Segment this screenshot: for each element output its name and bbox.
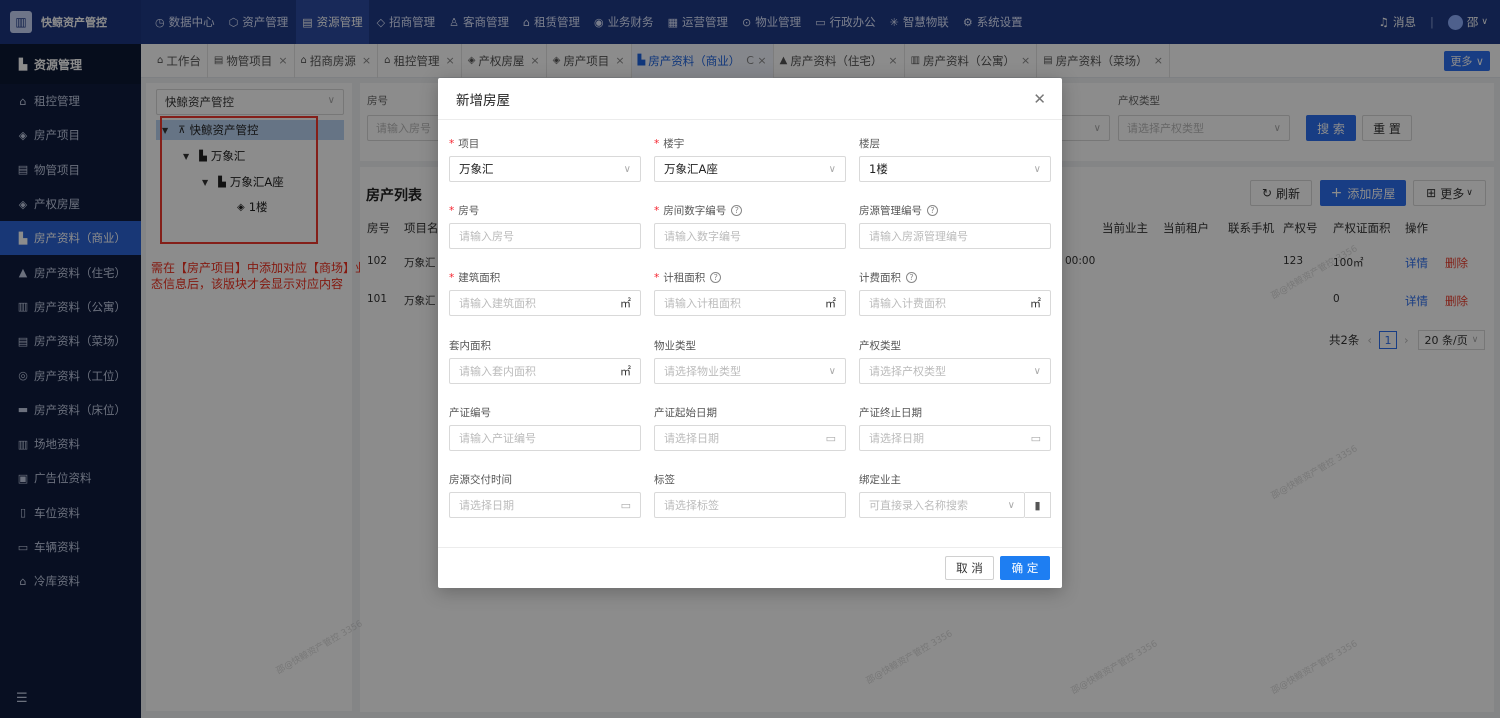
label-deliver-time: 房源交付时间 xyxy=(449,472,512,487)
label-text: 物业类型 xyxy=(654,340,696,352)
unit-suffix: ㎡ xyxy=(825,297,836,310)
label-text: 房源交付时间 xyxy=(449,474,512,486)
label-cert-no: 产证编号 xyxy=(449,405,491,420)
label-text: 产证编号 xyxy=(449,407,491,419)
label-text: 楼宇 xyxy=(663,138,685,150)
inner-area-input[interactable]: 请输入套内面积 ㎡ xyxy=(449,358,641,384)
question-icon[interactable]: ? xyxy=(906,272,917,283)
question-icon[interactable]: ? xyxy=(710,272,722,283)
select-value: 1楼 xyxy=(869,162,888,176)
label-floor: 楼层 xyxy=(859,136,880,151)
chevron-down-icon: ∨ xyxy=(623,163,631,175)
input-placeholder: 请输入建筑面积 xyxy=(459,297,536,310)
unit-suffix: ㎡ xyxy=(1030,297,1041,310)
estate-type-select[interactable]: 请选择物业类型 ∨ xyxy=(654,358,846,384)
input-placeholder: 请输入套内面积 xyxy=(459,365,536,378)
select-placeholder: 请选择物业类型 xyxy=(664,365,741,378)
label-estate-type: 物业类型 xyxy=(654,338,696,353)
required-mark: * xyxy=(654,271,660,284)
label-owner: 绑定业主 xyxy=(859,472,901,487)
label-house-code: 房源管理编号? xyxy=(859,203,938,218)
label-right-type: 产权类型 xyxy=(859,338,901,353)
label-text: 产证起始日期 xyxy=(654,407,717,419)
deliver-date-picker[interactable]: 请选择日期 ▭ xyxy=(449,492,641,518)
label-room-digit: * 房间数字编号? xyxy=(654,203,743,218)
chevron-down-icon: ∨ xyxy=(1033,365,1041,377)
cert-no-input[interactable]: 请输入产证编号 xyxy=(449,425,641,451)
label-text: 计租面积 xyxy=(663,272,706,284)
cancel-button[interactable]: 取 消 xyxy=(945,556,994,580)
cert-start-date-picker[interactable]: 请选择日期 ▭ xyxy=(654,425,846,451)
label-text: 楼层 xyxy=(859,138,880,150)
house-code-input[interactable]: 请输入房源管理编号 xyxy=(859,223,1051,249)
label-tags: 标签 xyxy=(654,472,675,487)
chevron-down-icon: ∨ xyxy=(828,365,836,377)
label-project: * 项目 xyxy=(449,136,479,151)
label-rent-area: * 计租面积? xyxy=(654,270,722,285)
modal-header: 新增房屋 xyxy=(438,78,1062,120)
fee-area-input[interactable]: 请输入计费面积 ㎡ xyxy=(859,290,1051,316)
question-icon[interactable]: ? xyxy=(927,205,938,216)
right-type-select[interactable]: 请选择产权类型 ∨ xyxy=(859,358,1051,384)
label-cert-start: 产证起始日期 xyxy=(654,405,717,420)
date-placeholder: 请选择日期 xyxy=(459,499,514,512)
label-text: 房号 xyxy=(458,205,480,217)
tags-select[interactable]: 请选择标签 xyxy=(654,492,846,518)
label-text: 房间数字编号 xyxy=(663,205,727,217)
select-value: 万象汇A座 xyxy=(664,162,718,176)
label-text: 绑定业主 xyxy=(859,474,901,486)
input-placeholder: 请输入计费面积 xyxy=(869,297,946,310)
required-mark: * xyxy=(449,204,455,217)
room-no-input[interactable]: 请输入房号 xyxy=(449,223,641,249)
confirm-button[interactable]: 确 定 xyxy=(1000,556,1050,580)
unit-suffix: ㎡ xyxy=(620,297,631,310)
question-icon[interactable]: ? xyxy=(731,205,743,216)
chevron-down-icon: ∨ xyxy=(1033,163,1041,175)
chevron-down-icon: ∨ xyxy=(1007,499,1015,511)
label-fee-area: 计费面积? xyxy=(859,270,917,285)
select-placeholder: 请选择产权类型 xyxy=(869,365,946,378)
close-icon[interactable]: ✕ xyxy=(1033,90,1046,108)
owner-search-select[interactable]: 可直接录入名称搜索 ∨ xyxy=(859,492,1025,518)
label-building: * 楼宇 xyxy=(654,136,684,151)
required-mark: * xyxy=(449,271,455,284)
label-inner-area: 套内面积 xyxy=(449,338,491,353)
required-mark: * xyxy=(654,137,660,150)
build-area-input[interactable]: 请输入建筑面积 ㎡ xyxy=(449,290,641,316)
cert-end-date-picker[interactable]: 请选择日期 ▭ xyxy=(859,425,1051,451)
label-text: 套内面积 xyxy=(449,340,491,352)
label-cert-end: 产证终止日期 xyxy=(859,405,922,420)
project-select[interactable]: 万象汇 ∨ xyxy=(449,156,641,182)
rent-area-input[interactable]: 请输入计租面积 ㎡ xyxy=(654,290,846,316)
required-mark: * xyxy=(449,137,455,150)
building-select[interactable]: 万象汇A座 ∨ xyxy=(654,156,846,182)
modal-title: 新增房屋 xyxy=(456,92,510,109)
label-text: 计费面积 xyxy=(859,272,901,284)
select-placeholder: 可直接录入名称搜索 xyxy=(869,499,968,512)
calendar-icon: ▭ xyxy=(620,498,631,512)
label-room-no: * 房号 xyxy=(449,203,479,218)
clipboard-icon[interactable]: ▮ xyxy=(1025,492,1051,518)
floor-select[interactable]: 1楼 ∨ xyxy=(859,156,1051,182)
label-text: 产权类型 xyxy=(859,340,901,352)
label-text: 房源管理编号 xyxy=(859,205,922,217)
label-text: 产证终止日期 xyxy=(859,407,922,419)
chevron-down-icon: ∨ xyxy=(828,163,836,175)
room-digit-input[interactable]: 请输入数字编号 xyxy=(654,223,846,249)
label-text: 建筑面积 xyxy=(458,272,501,284)
date-placeholder: 请选择日期 xyxy=(664,432,719,445)
label-text: 项目 xyxy=(458,138,480,150)
label-build-area: * 建筑面积 xyxy=(449,270,500,285)
add-house-modal: 新增房屋 ✕ * 项目 万象汇 ∨ * 楼宇 万象汇A座 ∨ 楼层 1楼 ∨ * 房号 请输… xyxy=(438,78,1062,588)
date-placeholder: 请选择日期 xyxy=(869,432,924,445)
calendar-icon: ▭ xyxy=(825,431,836,445)
input-placeholder: 请输入计租面积 xyxy=(664,297,741,310)
select-value: 万象汇 xyxy=(459,162,494,176)
required-mark: * xyxy=(654,204,660,217)
label-text: 标签 xyxy=(654,474,675,486)
unit-suffix: ㎡ xyxy=(620,365,631,378)
calendar-icon: ▭ xyxy=(1030,431,1041,445)
